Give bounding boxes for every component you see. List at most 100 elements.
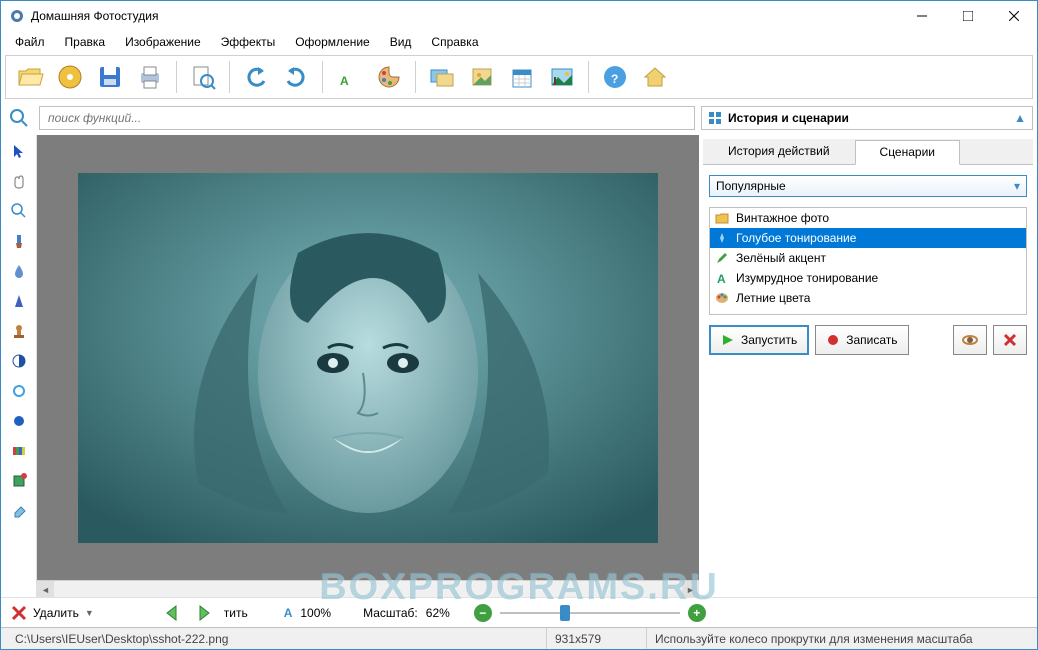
svg-text:A: A	[340, 74, 349, 88]
menu-design[interactable]: Оформление	[285, 32, 379, 52]
burn-tool-icon[interactable]	[5, 409, 33, 433]
menu-view[interactable]: Вид	[380, 32, 422, 52]
tabs: История действий Сценарии	[703, 139, 1033, 165]
contrast-tool-icon[interactable]	[5, 349, 33, 373]
chevron-down-icon: ▼	[85, 608, 94, 618]
canvas-area[interactable]	[37, 135, 699, 580]
tab-history[interactable]: История действий	[703, 139, 855, 164]
dropdown-value: Популярные	[716, 179, 1014, 193]
pencil-icon	[714, 250, 730, 266]
save-icon[interactable]	[92, 59, 128, 95]
menu-edit[interactable]: Правка	[55, 32, 116, 52]
redo-icon[interactable]	[278, 59, 314, 95]
status-path: C:\Users\IEUser\Desktop\sshot-222.png	[7, 628, 547, 649]
zoom-slider[interactable]	[500, 603, 680, 623]
statusbar: C:\Users\IEUser\Desktop\sshot-222.png 93…	[1, 627, 1037, 649]
eraser-tool-icon[interactable]	[5, 499, 33, 523]
tab-scenarios[interactable]: Сценарии	[855, 140, 960, 165]
zoom-tool-icon[interactable]	[5, 199, 33, 223]
right-panel: История действий Сценарии Популярные ▾ В…	[699, 135, 1037, 597]
palette-icon[interactable]	[371, 59, 407, 95]
close-button[interactable]	[991, 1, 1037, 31]
sharpen-tool-icon[interactable]	[5, 289, 33, 313]
settings-button[interactable]	[953, 325, 987, 355]
maximize-button[interactable]	[945, 1, 991, 31]
search-row: История и сценарии ▲	[5, 103, 1033, 133]
gradient-tool-icon[interactable]	[5, 439, 33, 463]
collapse-arrow-icon[interactable]: ▲	[1014, 111, 1026, 125]
status-hint: Используйте колесо прокрутки для изменен…	[647, 628, 1031, 649]
scenario-item-blue-toning[interactable]: Голубое тонирование	[710, 228, 1026, 248]
zoom-100-label[interactable]: 100%	[300, 606, 331, 620]
app-window: Домашняя Фотостудия Файл Правка Изображе…	[0, 0, 1038, 650]
hand-tool-icon[interactable]	[5, 169, 33, 193]
search-icon	[5, 105, 33, 131]
menu-effects[interactable]: Эффекты	[211, 32, 286, 52]
run-label: Запустить	[741, 333, 797, 347]
scenario-item-green-accent[interactable]: Зелёный акцент	[710, 248, 1026, 268]
window-title: Домашняя Фотостудия	[31, 9, 899, 23]
status-dimensions: 931x579	[547, 628, 647, 649]
prev-image-button[interactable]	[160, 601, 184, 625]
scenario-label: Винтажное фото	[736, 211, 829, 225]
scenario-item-emerald-toning[interactable]: A Изумрудное тонирование	[710, 268, 1026, 288]
search-input[interactable]	[39, 106, 695, 130]
preview-icon[interactable]	[185, 59, 221, 95]
text-icon[interactable]: A	[331, 59, 367, 95]
image-single-icon[interactable]	[464, 59, 500, 95]
print-icon[interactable]	[132, 59, 168, 95]
menubar: Файл Правка Изображение Эффекты Оформлен…	[1, 31, 1037, 53]
delete-button[interactable]: Удалить ▼	[11, 605, 94, 621]
menu-image[interactable]: Изображение	[115, 32, 211, 52]
run-button[interactable]: Запустить	[709, 325, 809, 355]
svg-text:A: A	[717, 272, 726, 285]
drop-tool-icon[interactable]	[5, 259, 33, 283]
undo-icon[interactable]	[238, 59, 274, 95]
canvas-image	[78, 173, 658, 543]
grid-icon	[708, 111, 722, 125]
home-icon[interactable]	[637, 59, 673, 95]
main-area: ◄► История действий Сценарии Популярные …	[1, 135, 1037, 597]
cd-icon[interactable]	[52, 59, 88, 95]
stamp-tool-icon[interactable]	[5, 319, 33, 343]
open-icon[interactable]	[12, 59, 48, 95]
scenario-item-vintage[interactable]: Винтажное фото	[710, 208, 1026, 228]
app-icon	[9, 8, 25, 24]
scenario-label: Изумрудное тонирование	[736, 271, 878, 285]
next-image-button[interactable]	[192, 601, 216, 625]
bluefx-icon	[714, 230, 730, 246]
menu-file[interactable]: Файл	[5, 32, 55, 52]
scenario-category-dropdown[interactable]: Популярные ▾	[709, 175, 1027, 197]
bottom-bar: Удалить ▼ тить A 100% Масштаб: 62% − +	[1, 597, 1037, 627]
dodge-tool-icon[interactable]	[5, 379, 33, 403]
cursor-tool-icon[interactable]	[5, 139, 33, 163]
scenario-list[interactable]: Винтажное фото Голубое тонирование Зелён…	[709, 207, 1027, 315]
chevron-down-icon: ▾	[1014, 179, 1020, 193]
record-button[interactable]: Записать	[815, 325, 908, 355]
folder-icon	[714, 210, 730, 226]
calendar-icon[interactable]	[504, 59, 540, 95]
scenario-actions: Запустить Записать	[709, 325, 1027, 355]
scenario-label: Летние цвета	[736, 291, 810, 305]
record-icon	[826, 333, 840, 347]
horizontal-scrollbar[interactable]: ◄►	[37, 580, 699, 597]
landscape-icon[interactable]	[544, 59, 580, 95]
titlebar: Домашняя Фотостудия	[1, 1, 1037, 31]
zoom-in-button[interactable]: +	[688, 604, 706, 622]
help-icon[interactable]: ?	[597, 59, 633, 95]
scale-value: 62%	[426, 606, 466, 620]
crop-tool-icon[interactable]	[5, 469, 33, 493]
menu-help[interactable]: Справка	[421, 32, 488, 52]
delete-scenario-button[interactable]	[993, 325, 1027, 355]
letter-a-icon: A	[714, 270, 730, 286]
brush-tool-icon[interactable]	[5, 229, 33, 253]
zoom-out-button[interactable]: −	[474, 604, 492, 622]
right-pane-header: История и сценарии ▲	[701, 106, 1033, 130]
palette-small-icon	[714, 290, 730, 306]
delete-label: Удалить	[33, 606, 79, 620]
tool-palette	[1, 135, 37, 597]
zoom-thumb[interactable]	[560, 605, 570, 621]
scenario-item-summer-colors[interactable]: Летние цвета	[710, 288, 1026, 308]
minimize-button[interactable]	[899, 1, 945, 31]
images-icon[interactable]	[424, 59, 460, 95]
